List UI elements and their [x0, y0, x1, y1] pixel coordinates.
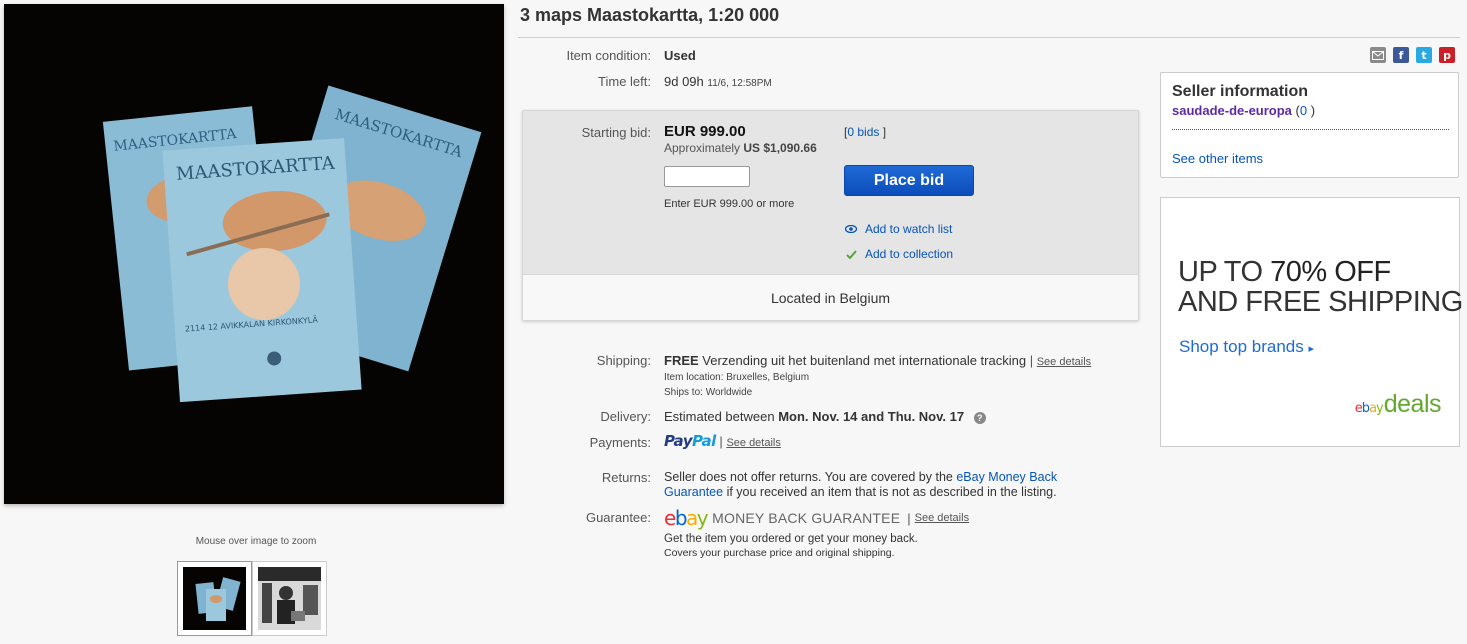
deals-advertisement[interactable]: UP TO 70% OFF AND FREE SHIPPING Shop top…	[1160, 197, 1463, 447]
ebay-deals-ebay: ebay	[1354, 401, 1384, 416]
seller-name-link[interactable]: saudade-de-europa	[1172, 103, 1292, 118]
time-left: 9d 09h 11/6, 12:58PM	[664, 74, 772, 89]
ebay-logo-b: b	[674, 506, 688, 530]
thumbnail-maps-image	[183, 567, 246, 630]
ebay-logo-e: e	[664, 506, 676, 530]
mail-icon[interactable]	[1370, 47, 1386, 63]
delivery-dates: Mon. Nov. 14 and Thu. Nov. 17	[778, 409, 965, 424]
guarantee-value: ebay MONEY BACK GUARANTEE | See details	[664, 506, 969, 530]
starting-bid-price: EUR 999.00	[664, 123, 746, 140]
bids-link[interactable]: 0 bids	[847, 125, 879, 139]
ad-logo-b: b	[1361, 401, 1370, 416]
ad-logo-a: a	[1369, 401, 1377, 416]
shipping-method: Verzending uit het buitenland met intern…	[702, 353, 1027, 368]
ebay-deals-logo: ebay deals	[1354, 390, 1442, 419]
returns-text-a: Seller does not offer returns. You are c…	[664, 470, 953, 484]
ebay-logo-a: a	[686, 506, 698, 530]
seller-score-close: )	[1310, 103, 1316, 118]
condition-label: Item condition:	[566, 48, 651, 63]
facebook-icon[interactable]: f	[1393, 47, 1409, 63]
seller-name-row: saudade-de-europa (0 )	[1172, 103, 1315, 118]
ad-headline-1b: 70% OFF	[1270, 256, 1391, 288]
ebay-logo: ebay	[664, 506, 709, 530]
bid-input-hint: Enter EUR 999.00 or more	[664, 198, 795, 210]
paypal-logo-pay: Pay	[664, 432, 692, 450]
maps-photo: MAASTOKARTTA MAASTOKARTTA MAASTOKARTTA 2…	[4, 4, 504, 504]
bids-bracket-close: ]	[882, 125, 887, 139]
bids-count: [0 bids ]	[844, 125, 886, 139]
delivery-value: Estimated between Mon. Nov. 14 and Thu. …	[664, 409, 986, 424]
eye-icon	[845, 223, 857, 235]
payments-value: PayPal | See details	[664, 432, 781, 450]
time-left-end: 11/6, 12:58PM	[707, 78, 772, 89]
thumbnail-bookshop-image	[258, 567, 321, 630]
bid-amount-input[interactable]	[664, 166, 750, 187]
shipping-see-details[interactable]: See details	[1037, 356, 1091, 368]
ad-headline-2: AND FREE SHIPPING	[1178, 286, 1463, 318]
guarantee-line-1: Get the item you ordered or get your mon…	[664, 533, 918, 545]
listing-title: 3 maps Maastokartta, 1:20 000	[520, 5, 780, 25]
place-bid-button[interactable]: Place bid	[844, 165, 974, 196]
chevron-right-icon: ▸	[1308, 343, 1315, 355]
thumbnail-2[interactable]	[252, 561, 327, 636]
ships-to: Ships to: Worldwide	[664, 387, 753, 398]
approx-label: Approximately	[664, 141, 741, 155]
approx-value: US $1,090.66	[743, 141, 817, 155]
shipping-label: Shipping:	[596, 353, 651, 368]
approx-price: Approximately US $1,090.66	[664, 141, 817, 155]
checkmark-icon	[845, 248, 857, 260]
payments-see-details[interactable]: See details	[726, 437, 780, 449]
seller-feedback-score[interactable]: 0	[1300, 103, 1307, 118]
ad-logo-e: e	[1354, 401, 1363, 416]
shipping-value: FREE Verzending uit het buitenland met i…	[664, 353, 1091, 368]
guarantee-line-2: Covers your purchase price and original …	[664, 547, 895, 559]
ebay-logo-y: y	[696, 506, 709, 530]
time-left-value: 9d 09h	[664, 74, 704, 89]
paypal-logo-pal: Pal	[691, 432, 716, 450]
ad-logo-y: y	[1376, 401, 1384, 416]
condition-value: Used	[664, 48, 696, 63]
zoom-hint: Mouse over image to zoom	[195, 536, 317, 547]
seller-information-panel: Seller information saudade-de-europa (0 …	[1160, 72, 1459, 178]
title-divider	[518, 37, 1460, 38]
item-location: Item location: Bruxelles, Belgium	[664, 372, 810, 383]
returns-text-b: if you received an item that is not as d…	[726, 485, 1057, 499]
shipping-free: FREE	[664, 353, 699, 368]
watch-list-label[interactable]: Add to watch list	[865, 222, 952, 236]
paypal-logo: PayPal	[664, 432, 716, 450]
ad-headline-1a: UP TO	[1178, 256, 1271, 288]
money-back-link-a[interactable]: eBay Money Back	[956, 470, 1057, 484]
bid-panel: Located in Belgium	[522, 110, 1139, 321]
starting-bid-label: Starting bid:	[581, 125, 651, 140]
seller-info-title: Seller information	[1172, 83, 1309, 100]
add-to-collection[interactable]: Add to collection	[845, 247, 953, 261]
delivery-label: Delivery:	[600, 409, 651, 424]
payments-separator: |	[719, 434, 723, 449]
returns-label: Returns:	[601, 470, 651, 485]
returns-value: Seller does not offer returns. You are c…	[664, 470, 1094, 500]
ad-headline-1: UP TO 70% OFF	[1178, 256, 1391, 289]
shop-top-brands-label: Shop top brands	[1179, 337, 1304, 356]
thumbnail-1[interactable]	[177, 561, 252, 636]
guarantee-label: Guarantee:	[585, 510, 651, 525]
money-back-guarantee-text: MONEY BACK GUARANTEE	[712, 510, 901, 526]
time-left-label: Time left:	[598, 74, 651, 89]
add-to-watch-list[interactable]: Add to watch list	[845, 222, 952, 236]
item-location-banner: Located in Belgium	[523, 274, 1138, 320]
twitter-icon[interactable]: t	[1416, 47, 1432, 63]
guarantee-see-details[interactable]: See details	[915, 512, 969, 524]
collection-label[interactable]: Add to collection	[865, 247, 953, 261]
seller-divider	[1172, 129, 1449, 130]
shop-top-brands-link[interactable]: Shop top brands ▸	[1179, 337, 1314, 357]
pinterest-icon[interactable]: p	[1439, 47, 1455, 63]
help-icon[interactable]: ?	[973, 411, 986, 424]
guarantee-separator: |	[907, 510, 911, 526]
shipping-separator: |	[1029, 353, 1034, 368]
payments-label: Payments:	[589, 435, 651, 450]
see-other-items-link[interactable]: See other items	[1172, 151, 1263, 166]
main-product-image[interactable]: MAASTOKARTTA MAASTOKARTTA MAASTOKARTTA 2…	[4, 4, 504, 504]
ebay-deals-word: deals	[1383, 390, 1442, 418]
delivery-prefix: Estimated between	[664, 409, 775, 424]
money-back-link-b[interactable]: Guarantee	[664, 485, 723, 499]
